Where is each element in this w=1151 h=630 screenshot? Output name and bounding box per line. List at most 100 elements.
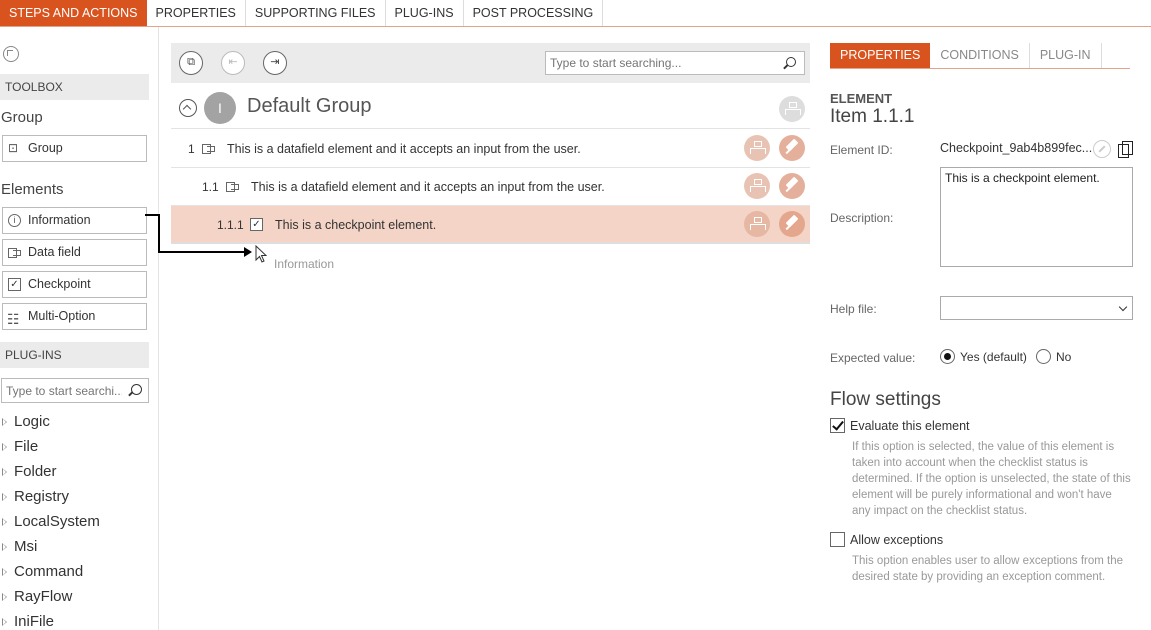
search-icon[interactable] — [131, 384, 142, 395]
description-field[interactable]: This is a checkpoint element. — [940, 167, 1133, 267]
steps-search-box — [545, 51, 805, 75]
indent-icon[interactable]: ⇥ — [263, 51, 287, 75]
checkbox-icon: ✓ — [250, 218, 263, 231]
flow-settings-header: Flow settings — [830, 389, 941, 410]
element-text: This is a datafield element and it accep… — [251, 180, 605, 194]
plugin-item-file[interactable]: File — [0, 438, 38, 455]
group-title: Default Group — [247, 95, 372, 117]
toolbox-group-label: Group — [28, 141, 63, 155]
toolbox-datafield-label: Data field — [28, 245, 81, 259]
copy-icon[interactable] — [1118, 141, 1133, 158]
allow-exceptions-help-text: This option enables user to allow except… — [852, 555, 1124, 583]
drag-arrow-icon — [244, 247, 252, 257]
group-row[interactable]: I Default Group — [171, 89, 810, 129]
plugin-item-folder[interactable]: Folder — [0, 463, 57, 480]
group-badge: I — [204, 92, 236, 124]
tab-plug-ins[interactable]: PLUG-INS — [386, 0, 464, 26]
toolbox-group-button[interactable]: ⊡ Group — [2, 135, 147, 162]
collapse-group-icon[interactable] — [179, 99, 197, 117]
allow-exceptions-label: Allow exceptions — [850, 533, 944, 547]
tab-plug-in[interactable]: PLUG-IN — [1030, 43, 1102, 68]
edit-icon[interactable] — [1093, 140, 1111, 158]
hierarchy-icon[interactable] — [744, 211, 770, 237]
expected-yes-radio[interactable] — [940, 349, 955, 364]
element-number: 1 — [188, 142, 195, 156]
element-id-value: Checkpoint_9ab4b899fec... — [940, 141, 1093, 155]
toolbox-multioption-button[interactable]: Multi-Option — [2, 303, 147, 332]
datafield-icon — [8, 246, 21, 259]
tab-supporting-files[interactable]: SUPPORTING FILES — [246, 0, 386, 26]
tab-steps-and-actions[interactable]: STEPS AND ACTIONS — [0, 0, 147, 26]
outdent-icon[interactable]: ⇤ — [221, 51, 245, 75]
checkbox-icon: ✓ — [8, 278, 21, 291]
evaluate-label: Evaluate this element — [850, 419, 970, 433]
tab-conditions[interactable]: CONDITIONS — [930, 43, 1030, 68]
plugin-item-command[interactable]: Command — [0, 563, 83, 580]
toolbox-multioption-label: Multi-Option — [28, 309, 96, 323]
drag-line — [145, 214, 159, 216]
info-icon: i — [8, 214, 21, 227]
group-icon: ⊡ — [8, 141, 19, 155]
plugin-item-registry[interactable]: Registry — [0, 488, 69, 505]
properties-tab-bar: PROPERTIES CONDITIONS PLUG-IN — [830, 43, 1130, 69]
element-item-title: Item 1.1.1 — [830, 106, 915, 127]
search-icon[interactable] — [786, 57, 796, 67]
toolbox-header: TOOLBOX — [0, 74, 149, 100]
tab-properties[interactable]: PROPERTIES — [147, 0, 246, 26]
hierarchy-icon[interactable] — [744, 135, 770, 161]
plugin-item-localsystem[interactable]: LocalSystem — [0, 513, 100, 530]
expected-yes-label: Yes (default) — [960, 350, 1027, 364]
list-icon — [7, 307, 21, 332]
expected-value-label: Expected value: — [830, 351, 916, 365]
toolbox-datafield-button[interactable]: Data field — [2, 239, 147, 266]
expected-no-radio[interactable] — [1036, 349, 1051, 364]
drag-line — [158, 214, 160, 253]
expected-no-label: No — [1056, 350, 1072, 364]
duplicate-icon[interactable]: ⧉ — [179, 51, 203, 75]
drop-preview-label: Information — [274, 257, 335, 271]
drag-line — [158, 251, 248, 253]
element-number: 1.1 — [202, 180, 219, 194]
pin-icon[interactable] — [779, 135, 805, 161]
hierarchy-icon[interactable] — [744, 173, 770, 199]
plugin-search-input[interactable] — [2, 379, 122, 402]
element-row[interactable]: 1.1 This is a datafield element and it a… — [171, 168, 810, 206]
evaluate-help-text: If this option is selected, the value of… — [852, 441, 1131, 517]
pin-icon[interactable] — [779, 173, 805, 199]
toolbox-panel: TOOLBOX Group ⊡ Group Elements i Informa… — [0, 27, 159, 630]
tab-element-properties[interactable]: PROPERTIES — [830, 43, 931, 68]
description-label: Description: — [830, 211, 894, 225]
element-text: This is a checkpoint element. — [275, 218, 437, 232]
datafield-icon — [202, 142, 215, 155]
help-file-label: Help file: — [830, 302, 877, 316]
top-tab-bar: STEPS AND ACTIONS PROPERTIES SUPPORTING … — [0, 0, 1151, 27]
plugins-header: PLUG-INS — [0, 342, 149, 368]
toolbox-checkpoint-label: Checkpoint — [28, 277, 91, 291]
steps-search-input[interactable] — [546, 52, 776, 74]
help-file-select[interactable] — [940, 296, 1133, 320]
group-section-label: Group — [1, 109, 43, 126]
steps-toolbar: ⧉ ⇤ ⇥ — [171, 43, 810, 83]
element-text: This is a datafield element and it accep… — [227, 142, 581, 156]
element-row-selected[interactable]: 1.1.1 ✓ This is a checkpoint element. — [171, 206, 810, 244]
collapse-panel-icon[interactable] — [3, 46, 19, 62]
plugin-item-inifile[interactable]: IniFile — [0, 613, 54, 630]
evaluate-checkbox[interactable] — [830, 418, 845, 433]
element-id-label: Element ID: — [830, 143, 893, 157]
plugin-item-logic[interactable]: Logic — [0, 413, 50, 430]
toolbox-information-button[interactable]: i Information — [2, 207, 147, 234]
plugin-search-box — [1, 378, 149, 403]
toolbox-information-label: Information — [28, 213, 91, 227]
allow-exceptions-checkbox[interactable] — [830, 532, 845, 547]
hierarchy-icon[interactable] — [779, 96, 805, 122]
element-row[interactable]: 1 This is a datafield element and it acc… — [171, 130, 810, 168]
element-number: 1.1.1 — [217, 218, 244, 232]
toolbox-checkpoint-button[interactable]: ✓ Checkpoint — [2, 271, 147, 298]
element-header: ELEMENT — [830, 91, 893, 106]
pin-icon[interactable] — [779, 211, 805, 237]
tab-post-processing[interactable]: POST PROCESSING — [464, 0, 604, 26]
plugin-item-msi[interactable]: Msi — [0, 538, 37, 555]
plugin-item-rayflow[interactable]: RayFlow — [0, 588, 72, 605]
elements-section-label: Elements — [1, 181, 64, 198]
datafield-icon — [226, 180, 239, 193]
